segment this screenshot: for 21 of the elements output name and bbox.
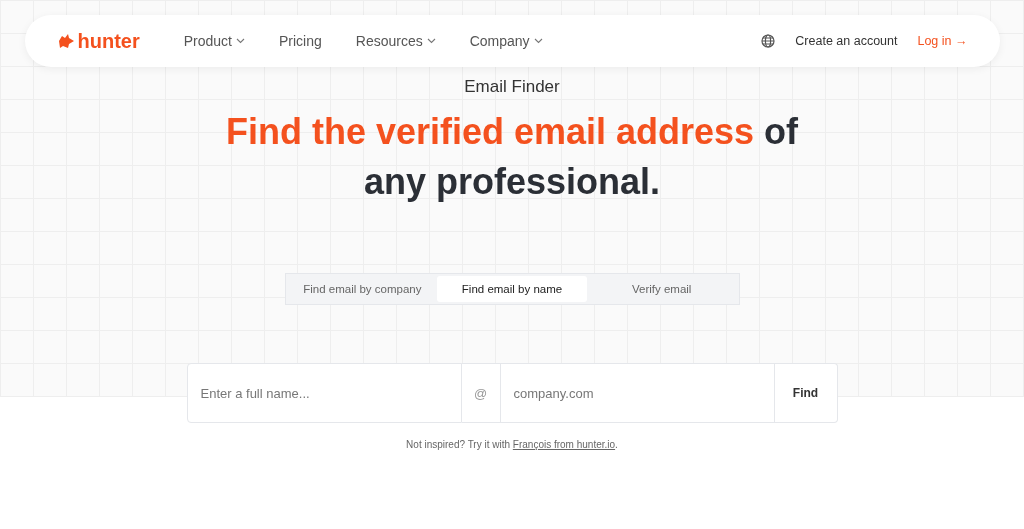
nav-link[interactable]: Company xyxy=(469,33,543,49)
tab[interactable]: Find email by company xyxy=(287,276,438,302)
chevron-down-icon xyxy=(426,38,436,44)
create-account-link[interactable]: Create an account xyxy=(795,34,898,48)
tab[interactable]: Find email by name xyxy=(437,276,587,302)
nav-link[interactable]: Pricing xyxy=(278,33,322,49)
at-sign: @ xyxy=(461,363,501,423)
page-subtitle: Email Finder xyxy=(464,77,560,97)
name-field[interactable]: Enter a full name... xyxy=(186,363,462,423)
domain-field[interactable]: company.com xyxy=(500,363,775,423)
tab[interactable]: Verify email xyxy=(586,276,737,302)
nav-link[interactable]: Resources xyxy=(355,33,436,49)
chevron-down-icon xyxy=(235,38,245,44)
globe-icon[interactable] xyxy=(761,34,776,48)
find-button[interactable]: Find xyxy=(774,363,838,423)
chevron-down-icon xyxy=(533,38,543,44)
fox-logo-icon xyxy=(56,33,75,49)
hint-text: Not inspired? Try it with François from hunter.io. xyxy=(405,439,619,450)
headline: Find the verified email address of any professional. xyxy=(225,110,799,204)
login-link[interactable]: Log in → xyxy=(917,34,968,48)
nav-link[interactable]: Product xyxy=(183,33,245,49)
